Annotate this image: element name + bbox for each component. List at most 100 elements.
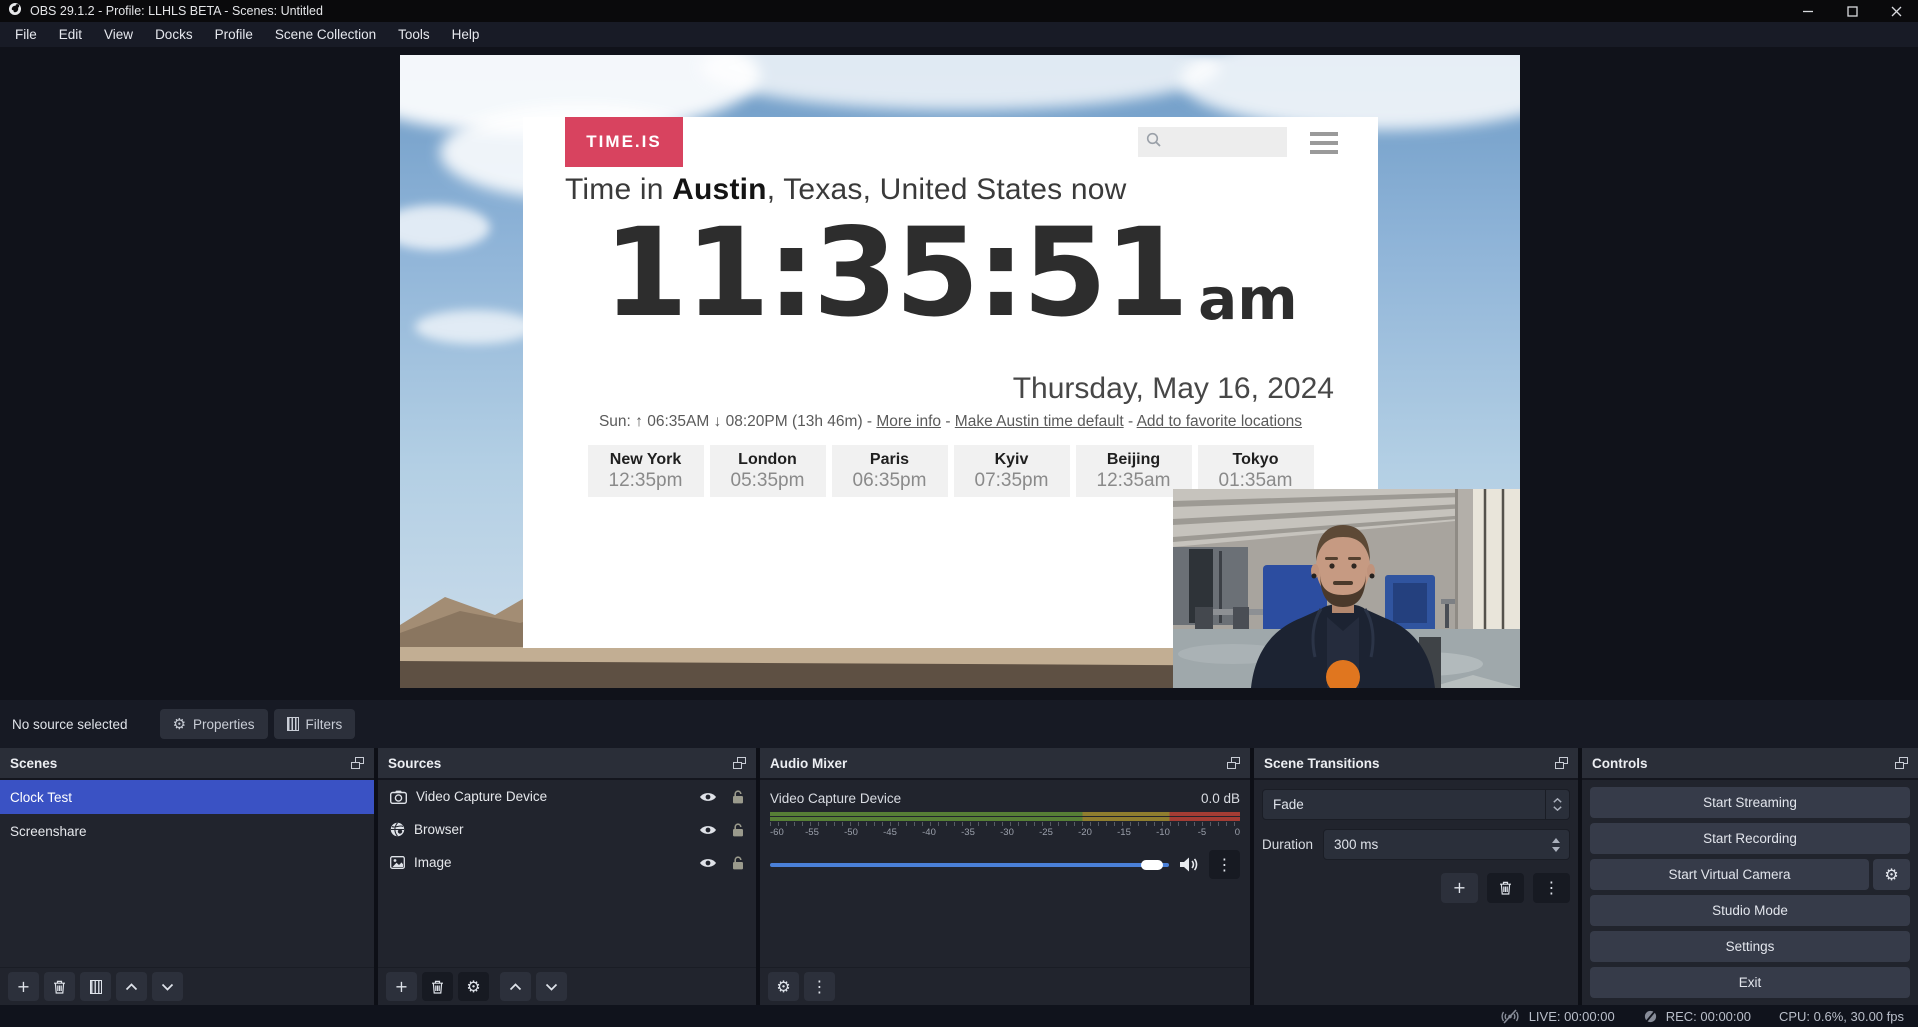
menu-view[interactable]: View (93, 22, 144, 47)
scenes-list: Clock Test Screenshare (0, 778, 374, 967)
remove-source-button[interactable] (422, 972, 453, 1001)
virtual-camera-settings-button[interactable]: ⚙ (1873, 859, 1910, 890)
gear-icon: ⚙ (1884, 865, 1898, 884)
eye-icon[interactable] (699, 857, 717, 869)
lock-icon[interactable] (732, 856, 744, 870)
transition-menu-button[interactable]: ⋮ (1533, 873, 1570, 903)
scene-filters-button[interactable] (80, 972, 111, 1001)
meter-tick-marks (770, 822, 1240, 826)
sources-dock-header[interactable]: Sources (378, 748, 756, 778)
volume-slider[interactable] (770, 863, 1169, 867)
exit-button[interactable]: Exit (1590, 967, 1910, 998)
scene-item-screenshare[interactable]: Screenshare (0, 814, 374, 848)
move-scene-up-button[interactable] (116, 972, 147, 1001)
record-inactive-icon (1643, 1009, 1658, 1024)
cpu-status: CPU: 0.6%, 30.00 fps (1779, 1009, 1904, 1024)
stream-inactive-icon (1499, 1009, 1521, 1024)
chevron-up-icon (125, 983, 138, 991)
studio-mode-button[interactable]: Studio Mode (1590, 895, 1910, 926)
lock-icon[interactable] (732, 790, 744, 804)
scene-item-clock-test[interactable]: Clock Test (0, 780, 374, 814)
audio-mixer-body: Video Capture Device 0.0 dB -60-55-50-45… (760, 778, 1250, 967)
duration-spinbox[interactable]: 300 ms (1323, 829, 1570, 860)
popout-icon (1227, 757, 1240, 769)
close-button[interactable] (1874, 0, 1918, 22)
start-streaming-button[interactable]: Start Streaming (1590, 787, 1910, 818)
mixer-menu-button[interactable]: ⋮ (804, 972, 835, 1001)
cloud (415, 310, 535, 344)
more-info-link: More info (876, 413, 941, 430)
timeis-search-box (1138, 127, 1287, 157)
title-bar[interactable]: OBS 29.1.2 - Profile: LLHLS BETA - Scene… (0, 0, 1918, 22)
speaker-icon[interactable] (1179, 856, 1199, 873)
controls-body: Start Streaming Start Recording Start Vi… (1582, 778, 1918, 1005)
start-virtual-camera-button[interactable]: Start Virtual Camera (1590, 859, 1869, 890)
advanced-audio-button[interactable]: ⚙ (768, 972, 799, 1001)
world-clock-london: London05:35pm (710, 445, 826, 497)
remove-transition-button[interactable] (1487, 873, 1524, 903)
mixer-level-db: 0.0 dB (1201, 791, 1240, 806)
hamburger-menu-icon (1310, 132, 1338, 154)
menu-profile[interactable]: Profile (204, 22, 264, 47)
source-item-image[interactable]: Image (378, 846, 756, 879)
eye-icon[interactable] (699, 824, 717, 836)
rec-status: REC: 00:00:00 (1643, 1009, 1751, 1024)
menu-tools[interactable]: Tools (387, 22, 441, 47)
transition-select[interactable]: Fade (1262, 789, 1570, 820)
source-item-video-capture[interactable]: Video Capture Device (378, 780, 756, 813)
sources-list: Video Capture Device Browser (378, 778, 756, 967)
scene-transitions-dock-header[interactable]: Scene Transitions (1254, 748, 1578, 778)
start-recording-button[interactable]: Start Recording (1590, 823, 1910, 854)
properties-button[interactable]: ⚙ Properties (160, 709, 268, 739)
audio-mixer-toolbar: ⚙ ⋮ (760, 967, 1250, 1005)
controls-dock-header[interactable]: Controls (1582, 748, 1918, 778)
maximize-button[interactable] (1830, 0, 1874, 22)
settings-button[interactable]: Settings (1590, 931, 1910, 962)
window-title: OBS 29.1.2 - Profile: LLHLS BETA - Scene… (30, 4, 323, 18)
clock-ampm: am (1198, 270, 1298, 338)
world-clock-paris: Paris06:35pm (832, 445, 948, 497)
audio-mixer-dock-header[interactable]: Audio Mixer (760, 748, 1250, 778)
filter-icon (287, 717, 299, 731)
dock-row: Scenes Clock Test Screenshare + (0, 748, 1918, 1005)
chevron-down-icon (161, 983, 174, 991)
remove-scene-button[interactable] (44, 972, 75, 1001)
menu-help[interactable]: Help (441, 22, 491, 47)
audio-mixer-dock: Audio Mixer Video Capture Device 0.0 dB … (760, 748, 1250, 1005)
duration-label: Duration (1262, 837, 1313, 852)
timeis-logo: TIME.IS (565, 117, 683, 167)
favorite-link: Add to favorite locations (1137, 413, 1302, 430)
eye-icon[interactable] (699, 791, 717, 803)
menu-scene-collection[interactable]: Scene Collection (264, 22, 387, 47)
volume-slider-handle[interactable] (1141, 860, 1163, 870)
obs-logo-icon (8, 2, 22, 21)
spin-arrows[interactable] (1545, 838, 1569, 852)
move-source-down-button[interactable] (536, 972, 567, 1001)
minimize-button[interactable] (1786, 0, 1830, 22)
add-transition-button[interactable]: + (1441, 873, 1478, 903)
gear-icon: ⚙ (776, 979, 790, 995)
preview-canvas[interactable]: TIME.IS Time in Austin, Texas, United St… (400, 55, 1520, 688)
move-source-up-button[interactable] (500, 972, 531, 1001)
menu-file[interactable]: File (4, 22, 48, 47)
move-scene-down-button[interactable] (152, 972, 183, 1001)
live-status: LIVE: 00:00:00 (1499, 1009, 1615, 1024)
add-scene-button[interactable]: + (8, 972, 39, 1001)
dots-icon: ⋮ (1544, 880, 1560, 896)
add-source-button[interactable]: + (386, 972, 417, 1001)
lock-icon[interactable] (732, 823, 744, 837)
filters-button[interactable]: Filters (274, 709, 356, 739)
scenes-dock-header[interactable]: Scenes (0, 748, 374, 778)
camera-icon (390, 790, 407, 804)
globe-icon (390, 822, 405, 837)
source-properties-button[interactable]: ⚙ (458, 972, 489, 1001)
popout-icon (351, 757, 364, 769)
menu-edit[interactable]: Edit (48, 22, 93, 47)
no-source-selected-label: No source selected (12, 717, 128, 732)
source-item-browser[interactable]: Browser (378, 813, 756, 846)
mixer-channel-menu-button[interactable]: ⋮ (1209, 850, 1240, 879)
popout-icon (1555, 757, 1568, 769)
volume-meter: -60-55-50-45-40-35-30-25-20-15-10-50 (770, 812, 1240, 838)
menu-docks[interactable]: Docks (144, 22, 204, 47)
make-default-link: Make Austin time default (955, 413, 1124, 430)
